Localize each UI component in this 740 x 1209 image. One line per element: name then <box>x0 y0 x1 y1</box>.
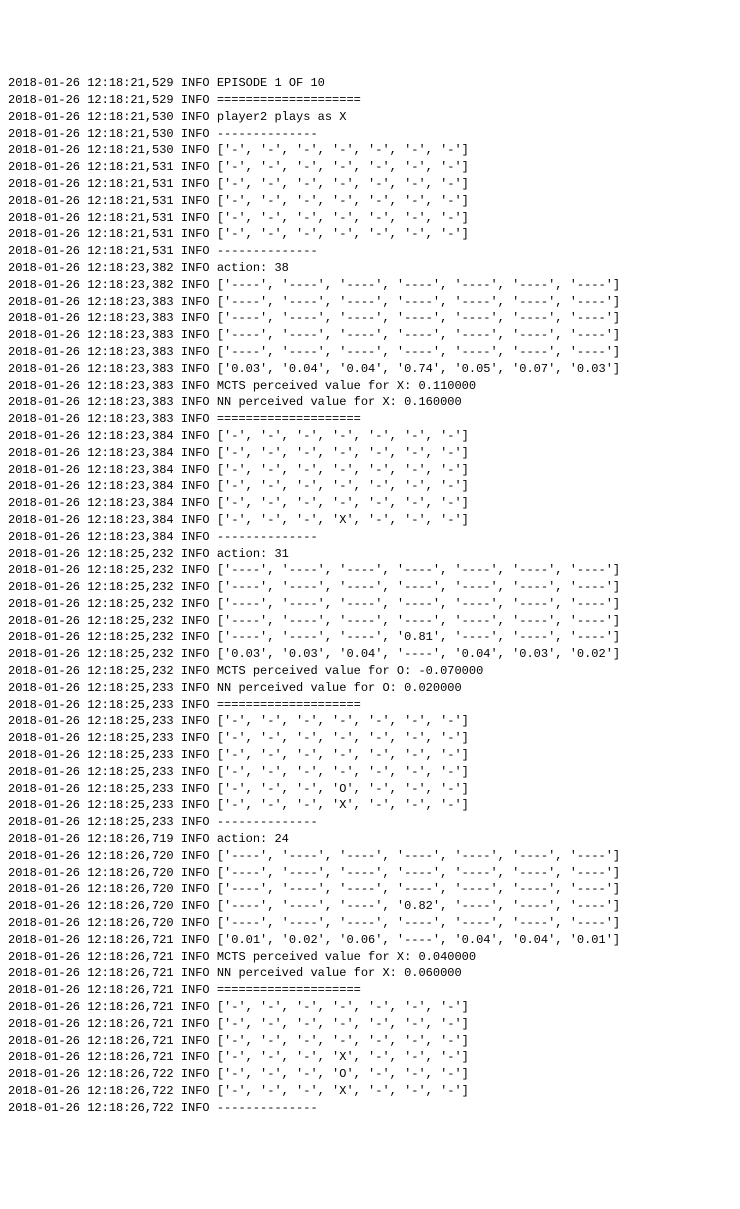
log-line: 2018-01-26 12:18:26,720 INFO ['----', '-… <box>8 881 732 898</box>
log-line: 2018-01-26 12:18:25,232 INFO action: 31 <box>8 546 732 563</box>
log-line: 2018-01-26 12:18:23,383 INFO ===========… <box>8 411 732 428</box>
log-line: 2018-01-26 12:18:25,233 INFO ['-', '-', … <box>8 713 732 730</box>
log-line: 2018-01-26 12:18:25,232 INFO MCTS percei… <box>8 663 732 680</box>
log-line: 2018-01-26 12:18:25,232 INFO ['----', '-… <box>8 579 732 596</box>
log-line: 2018-01-26 12:18:25,232 INFO ['----', '-… <box>8 562 732 579</box>
log-line: 2018-01-26 12:18:25,233 INFO ['-', '-', … <box>8 797 732 814</box>
log-line: 2018-01-26 12:18:26,721 INFO ===========… <box>8 982 732 999</box>
log-line: 2018-01-26 12:18:26,720 INFO ['----', '-… <box>8 848 732 865</box>
log-line: 2018-01-26 12:18:21,529 INFO EPISODE 1 O… <box>8 75 732 92</box>
log-line: 2018-01-26 12:18:23,382 INFO ['----', '-… <box>8 277 732 294</box>
log-line: 2018-01-26 12:18:23,384 INFO -----------… <box>8 529 732 546</box>
log-line: 2018-01-26 12:18:25,232 INFO ['----', '-… <box>8 613 732 630</box>
log-line: 2018-01-26 12:18:26,721 INFO ['0.01', '0… <box>8 932 732 949</box>
log-line: 2018-01-26 12:18:23,383 INFO ['----', '-… <box>8 294 732 311</box>
log-line: 2018-01-26 12:18:23,383 INFO ['----', '-… <box>8 310 732 327</box>
log-line: 2018-01-26 12:18:26,720 INFO ['----', '-… <box>8 865 732 882</box>
log-line: 2018-01-26 12:18:23,384 INFO ['-', '-', … <box>8 462 732 479</box>
log-line: 2018-01-26 12:18:26,721 INFO ['-', '-', … <box>8 1033 732 1050</box>
log-line: 2018-01-26 12:18:25,233 INFO ===========… <box>8 697 732 714</box>
log-line: 2018-01-26 12:18:25,233 INFO ['-', '-', … <box>8 764 732 781</box>
log-line: 2018-01-26 12:18:23,384 INFO ['-', '-', … <box>8 445 732 462</box>
log-line: 2018-01-26 12:18:26,719 INFO action: 24 <box>8 831 732 848</box>
log-line: 2018-01-26 12:18:26,722 INFO ['-', '-', … <box>8 1083 732 1100</box>
log-line: 2018-01-26 12:18:23,382 INFO action: 38 <box>8 260 732 277</box>
log-line: 2018-01-26 12:18:26,721 INFO ['-', '-', … <box>8 1049 732 1066</box>
log-line: 2018-01-26 12:18:21,530 INFO -----------… <box>8 126 732 143</box>
log-line: 2018-01-26 12:18:26,720 INFO ['----', '-… <box>8 915 732 932</box>
log-line: 2018-01-26 12:18:26,720 INFO ['----', '-… <box>8 898 732 915</box>
log-line: 2018-01-26 12:18:21,531 INFO ['-', '-', … <box>8 210 732 227</box>
log-line: 2018-01-26 12:18:26,722 INFO -----------… <box>8 1100 732 1117</box>
log-line: 2018-01-26 12:18:26,721 INFO MCTS percei… <box>8 949 732 966</box>
log-line: 2018-01-26 12:18:25,232 INFO ['0.03', '0… <box>8 646 732 663</box>
log-line: 2018-01-26 12:18:21,531 INFO ['-', '-', … <box>8 159 732 176</box>
log-line: 2018-01-26 12:18:26,721 INFO ['-', '-', … <box>8 1016 732 1033</box>
log-line: 2018-01-26 12:18:23,384 INFO ['-', '-', … <box>8 495 732 512</box>
log-line: 2018-01-26 12:18:25,233 INFO ['-', '-', … <box>8 781 732 798</box>
log-line: 2018-01-26 12:18:21,531 INFO ['-', '-', … <box>8 193 732 210</box>
log-line: 2018-01-26 12:18:25,232 INFO ['----', '-… <box>8 629 732 646</box>
log-line: 2018-01-26 12:18:23,383 INFO MCTS percei… <box>8 378 732 395</box>
log-line: 2018-01-26 12:18:23,384 INFO ['-', '-', … <box>8 428 732 445</box>
log-output: 2018-01-26 12:18:21,529 INFO EPISODE 1 O… <box>8 75 732 1116</box>
log-line: 2018-01-26 12:18:23,383 INFO NN perceive… <box>8 394 732 411</box>
log-line: 2018-01-26 12:18:21,531 INFO ['-', '-', … <box>8 176 732 193</box>
log-line: 2018-01-26 12:18:23,384 INFO ['-', '-', … <box>8 512 732 529</box>
log-line: 2018-01-26 12:18:26,721 INFO NN perceive… <box>8 965 732 982</box>
log-line: 2018-01-26 12:18:26,722 INFO ['-', '-', … <box>8 1066 732 1083</box>
log-line: 2018-01-26 12:18:21,529 INFO ===========… <box>8 92 732 109</box>
log-line: 2018-01-26 12:18:21,531 INFO ['-', '-', … <box>8 226 732 243</box>
log-line: 2018-01-26 12:18:23,383 INFO ['0.03', '0… <box>8 361 732 378</box>
log-line: 2018-01-26 12:18:25,233 INFO NN perceive… <box>8 680 732 697</box>
log-line: 2018-01-26 12:18:26,721 INFO ['-', '-', … <box>8 999 732 1016</box>
log-line: 2018-01-26 12:18:25,233 INFO ['-', '-', … <box>8 747 732 764</box>
log-line: 2018-01-26 12:18:25,233 INFO ['-', '-', … <box>8 730 732 747</box>
log-line: 2018-01-26 12:18:23,383 INFO ['----', '-… <box>8 327 732 344</box>
log-line: 2018-01-26 12:18:25,232 INFO ['----', '-… <box>8 596 732 613</box>
log-line: 2018-01-26 12:18:21,530 INFO ['-', '-', … <box>8 142 732 159</box>
log-line: 2018-01-26 12:18:23,383 INFO ['----', '-… <box>8 344 732 361</box>
log-line: 2018-01-26 12:18:21,530 INFO player2 pla… <box>8 109 732 126</box>
log-line: 2018-01-26 12:18:21,531 INFO -----------… <box>8 243 732 260</box>
log-line: 2018-01-26 12:18:25,233 INFO -----------… <box>8 814 732 831</box>
log-line: 2018-01-26 12:18:23,384 INFO ['-', '-', … <box>8 478 732 495</box>
